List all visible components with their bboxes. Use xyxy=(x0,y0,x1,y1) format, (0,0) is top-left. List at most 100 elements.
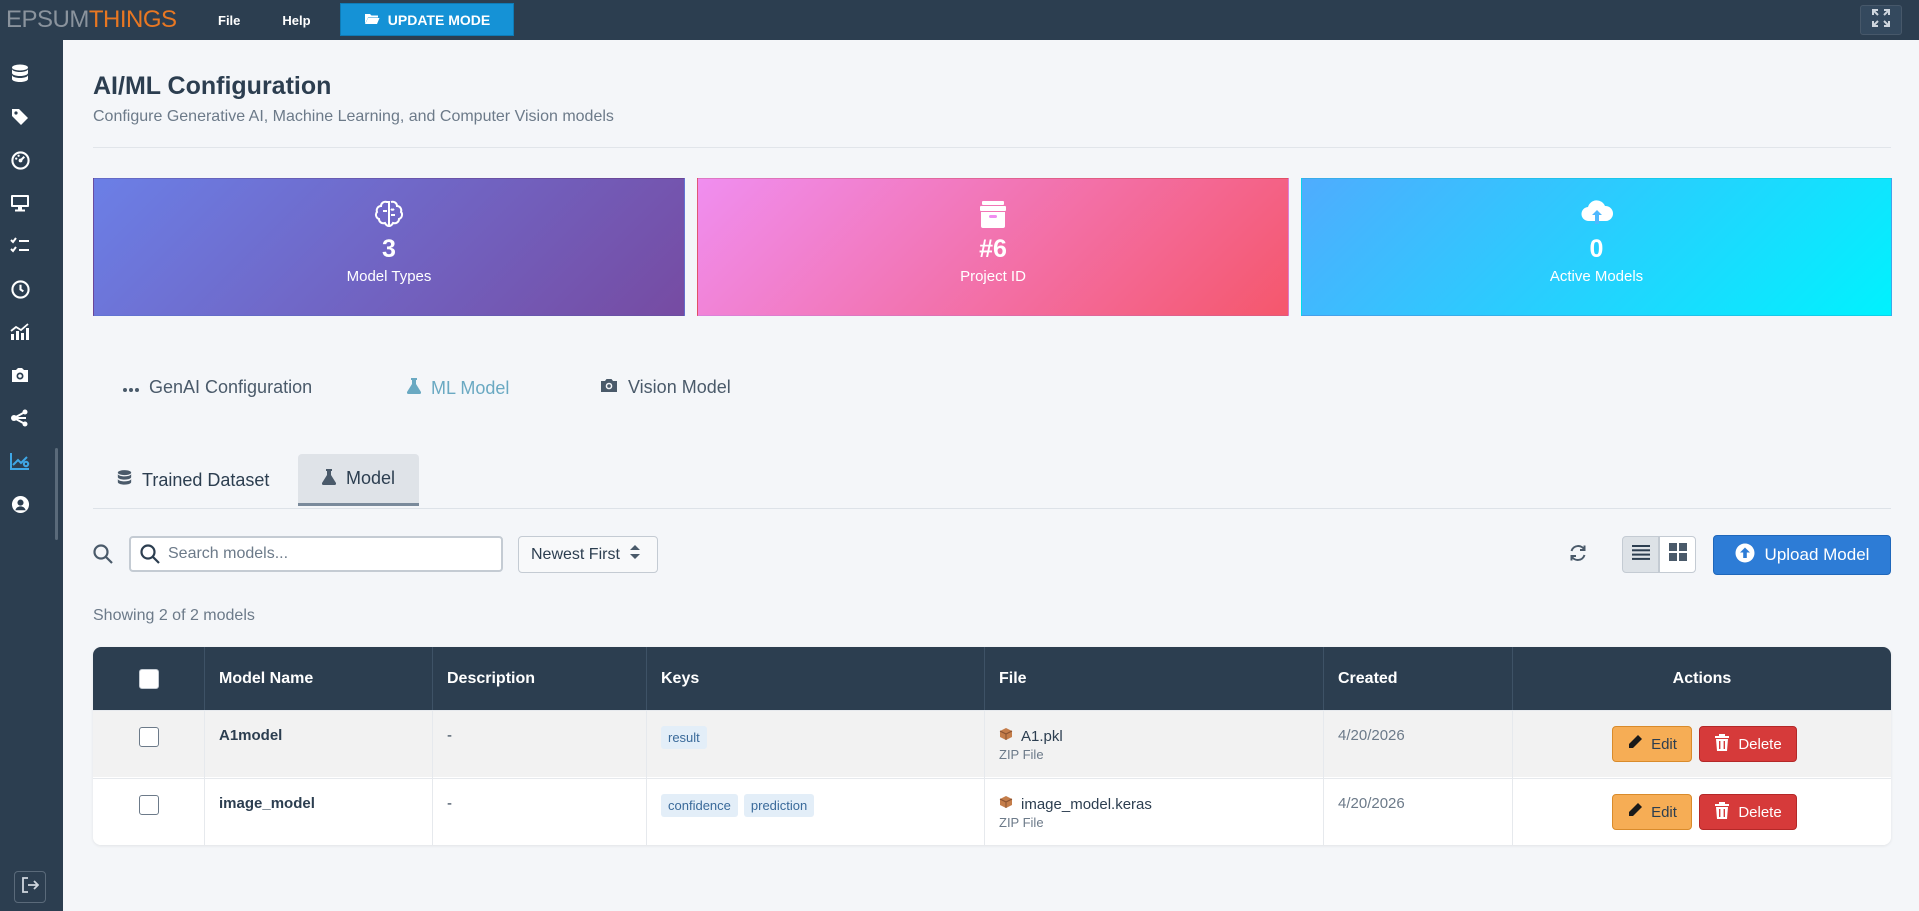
package-icon xyxy=(999,727,1013,745)
col-model-name[interactable]: Model Name xyxy=(205,647,433,710)
select-all-cell xyxy=(93,647,205,710)
table-row: image_model - confidence prediction image… xyxy=(93,778,1891,845)
chart-line-icon[interactable] xyxy=(8,320,32,344)
cloud-upload-icon xyxy=(1580,197,1614,231)
col-created[interactable]: Created xyxy=(1324,647,1513,710)
search-input[interactable] xyxy=(168,545,468,563)
folder-open-icon xyxy=(364,12,380,28)
row-checkbox[interactable] xyxy=(138,795,159,815)
file-type: ZIP File xyxy=(999,747,1044,762)
model-keys: confidence prediction xyxy=(647,779,985,845)
dashboard-icon[interactable] xyxy=(8,148,32,172)
camera-settings-icon[interactable] xyxy=(8,363,32,387)
row-actions: Edit Delete xyxy=(1513,779,1891,845)
analytics-icon[interactable] xyxy=(8,449,32,473)
stat-card-model-types: 3 Model Types xyxy=(93,178,685,316)
sort-icon xyxy=(629,545,640,564)
created-date: 4/20/2026 xyxy=(1324,779,1513,845)
brain-icon xyxy=(373,197,405,231)
model-description: - xyxy=(433,779,647,845)
model-description: - xyxy=(433,711,647,778)
row-select-cell xyxy=(93,711,205,778)
menu-file[interactable]: File xyxy=(218,13,240,28)
stat-card-project-id: #6 Project ID xyxy=(697,178,1289,316)
list-view-button[interactable] xyxy=(1622,536,1659,573)
archive-icon xyxy=(977,197,1009,231)
main-content: AI/ML Configuration Configure Generative… xyxy=(63,40,1919,911)
model-name: image_model xyxy=(205,779,433,845)
key-badge: result xyxy=(661,726,707,749)
top-bar: EPSUMTHINGS File Help UPDATE MODE xyxy=(0,0,1919,40)
pencil-icon xyxy=(1627,802,1643,822)
col-keys[interactable]: Keys xyxy=(647,647,985,710)
stat-card-active-models: 0 Active Models xyxy=(1301,178,1892,316)
tab-ml-model[interactable]: ML Model xyxy=(406,377,509,399)
update-mode-button[interactable]: UPDATE MODE xyxy=(340,3,514,36)
results-count: Showing 2 of 2 models xyxy=(93,607,255,624)
row-actions: Edit Delete xyxy=(1513,711,1891,778)
subtab-model[interactable]: Model xyxy=(298,454,420,506)
edit-button[interactable]: Edit xyxy=(1612,726,1692,762)
key-badge: prediction xyxy=(743,794,815,817)
model-keys: result xyxy=(647,711,985,778)
file-type: ZIP File xyxy=(999,815,1044,830)
tab-genai-configuration[interactable]: GenAI Configuration xyxy=(123,377,312,398)
dots-icon xyxy=(123,377,139,398)
file-name[interactable]: A1.pkl xyxy=(1021,728,1063,745)
model-file: image_model.keras ZIP File xyxy=(985,779,1324,845)
monitor-icon[interactable] xyxy=(8,191,32,215)
upload-icon xyxy=(1735,543,1755,568)
edit-button[interactable]: Edit xyxy=(1612,794,1692,830)
search-field[interactable] xyxy=(129,536,503,572)
database-icon xyxy=(117,469,132,492)
trash-icon xyxy=(1714,801,1730,823)
table-header: Model Name Description Keys File Created… xyxy=(93,647,1891,710)
row-checkbox[interactable] xyxy=(138,727,159,747)
tab-vision-model[interactable]: Vision Model xyxy=(600,377,731,398)
col-description[interactable]: Description xyxy=(433,647,647,710)
app-logo: EPSUMTHINGS xyxy=(6,6,177,33)
table-row: A1model - result A1.pkl ZIP File 4/20/20… xyxy=(93,710,1891,778)
package-icon xyxy=(999,795,1013,813)
fullscreen-button[interactable] xyxy=(1860,5,1902,35)
expand-icon xyxy=(1871,8,1891,33)
select-all-checkbox[interactable] xyxy=(138,668,159,689)
refresh-button[interactable] xyxy=(1563,540,1593,570)
tag-icon[interactable] xyxy=(8,105,32,129)
subtab-trained-dataset[interactable]: Trained Dataset xyxy=(93,454,293,506)
logout-button[interactable] xyxy=(14,871,46,903)
search-icon xyxy=(93,544,113,569)
list-icon xyxy=(1631,544,1650,565)
sign-out-icon xyxy=(21,876,40,899)
flask-icon xyxy=(321,468,337,490)
trash-icon xyxy=(1714,733,1730,755)
page-subtitle: Configure Generative AI, Machine Learnin… xyxy=(93,108,614,125)
created-date: 4/20/2026 xyxy=(1324,711,1513,778)
pencil-icon xyxy=(1627,734,1643,754)
clock-icon[interactable] xyxy=(8,277,32,301)
upload-model-button[interactable]: Upload Model xyxy=(1713,535,1891,575)
sort-select[interactable]: Newest First xyxy=(518,536,658,573)
user-circle-icon[interactable] xyxy=(8,492,32,516)
col-file[interactable]: File xyxy=(985,647,1324,710)
row-select-cell xyxy=(93,779,205,845)
divider xyxy=(93,147,1891,148)
sidebar xyxy=(0,40,63,911)
delete-button[interactable]: Delete xyxy=(1699,794,1797,830)
flask-icon xyxy=(406,377,422,399)
menu-help[interactable]: Help xyxy=(282,13,310,28)
tasks-icon[interactable] xyxy=(8,234,32,258)
col-actions: Actions xyxy=(1672,669,1732,687)
delete-button[interactable]: Delete xyxy=(1699,726,1797,762)
database-icon[interactable] xyxy=(8,62,32,86)
grid-view-button[interactable] xyxy=(1659,536,1696,573)
models-table: Model Name Description Keys File Created… xyxy=(93,647,1891,845)
file-name[interactable]: image_model.keras xyxy=(1021,796,1152,813)
sidebar-scrollbar[interactable] xyxy=(55,448,58,540)
refresh-icon xyxy=(1568,543,1588,568)
search-icon xyxy=(140,544,160,564)
key-badge: confidence xyxy=(661,794,738,817)
network-icon[interactable] xyxy=(8,406,32,430)
model-name: A1model xyxy=(205,711,433,778)
sub-tabs: Trained Dataset Model xyxy=(93,454,1891,509)
